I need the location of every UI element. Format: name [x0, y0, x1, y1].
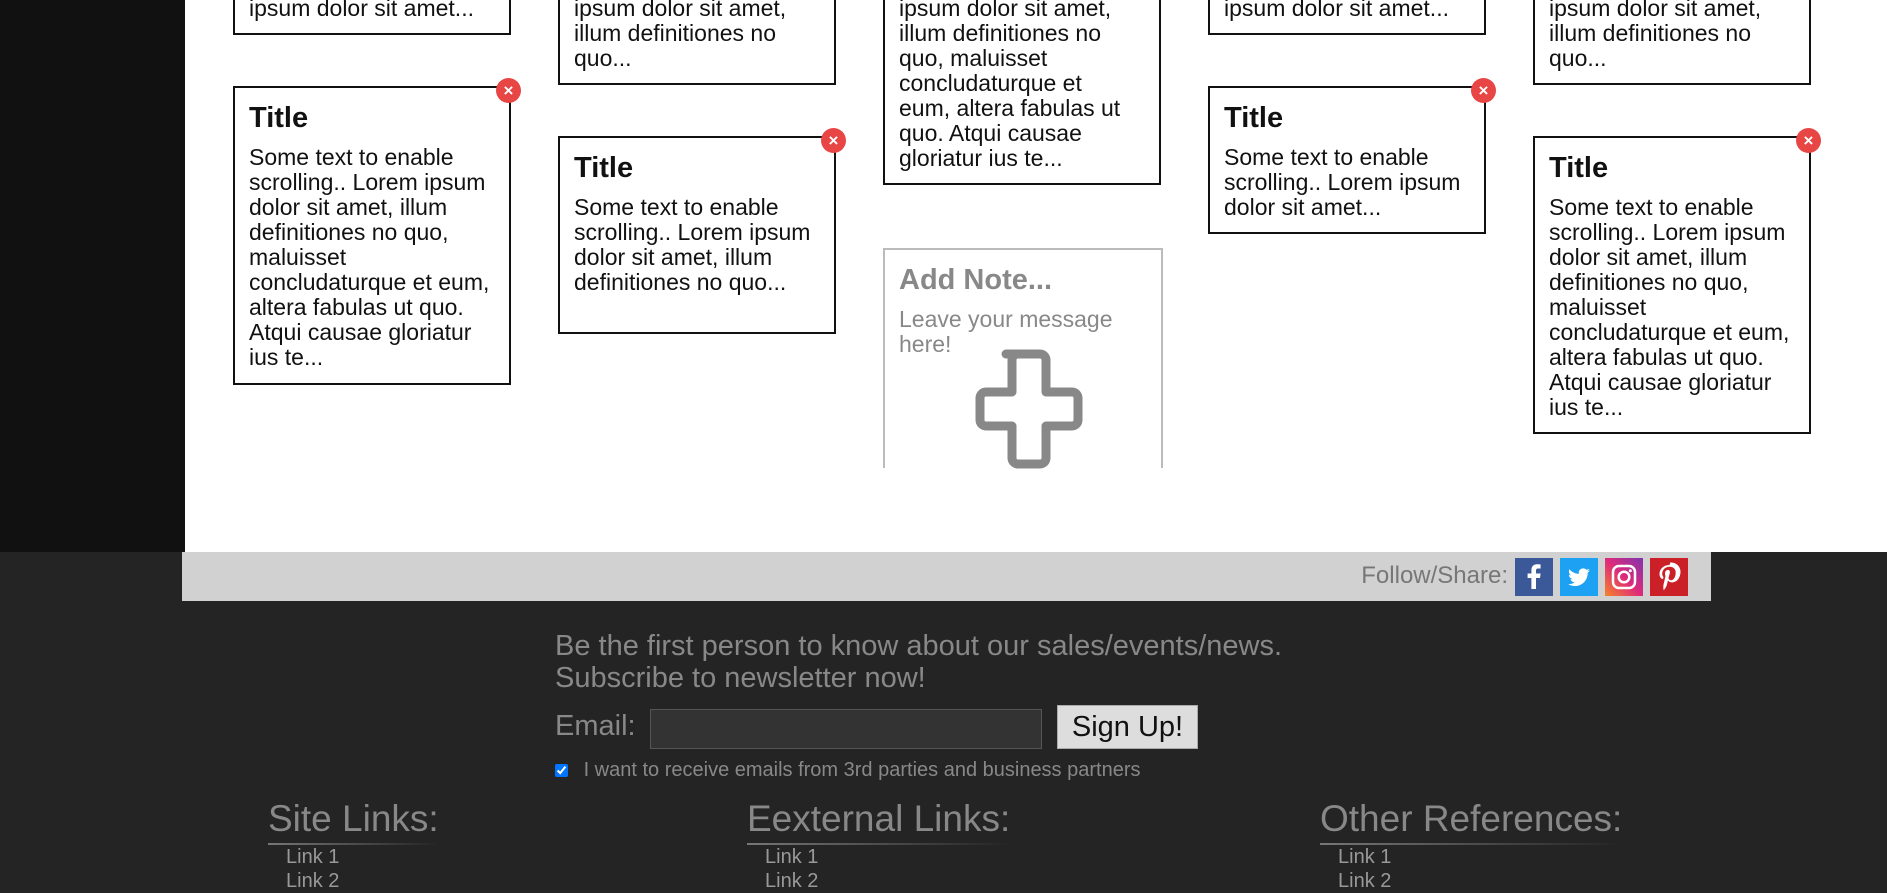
note-text: ipsum dolor sit amet, illum definitiones…	[899, 0, 1121, 171]
note-title: Title	[1224, 102, 1284, 134]
note-title: Title	[574, 152, 634, 184]
note-text: Some text to enable scrolling.. Lorem ip…	[1549, 194, 1790, 420]
follow-share-bar: Follow/Share:	[182, 552, 1711, 601]
note-title: Title	[1549, 152, 1609, 184]
add-note-title: Add Note...	[899, 264, 1053, 296]
note-fragment: ipsum dolor sit amet, illum definitiones…	[558, 0, 836, 85]
close-note-button[interactable]: ×	[496, 78, 521, 103]
note-text: Some text to enable scrolling.. Lorem ip…	[1224, 144, 1461, 220]
facebook-icon[interactable]	[1515, 558, 1553, 596]
note-card: × Title Some text to enable scrolling.. …	[1208, 78, 1496, 234]
note-card: × Title Some text to enable scrolling.. …	[1533, 128, 1821, 434]
close-note-button[interactable]: ×	[821, 128, 846, 153]
footer-link[interactable]: Link 2	[765, 869, 1010, 893]
third-party-consent: I want to receive emails from 3rd partie…	[555, 759, 1141, 782]
note-fragment: ipsum dolor sit amet, illum definitiones…	[1533, 0, 1811, 85]
note-fragment: ipsum dolor sit amet...	[233, 0, 511, 35]
note-card: × Title Some text to enable scrolling.. …	[558, 128, 846, 334]
newsletter-line-2: Subscribe to newsletter now!	[555, 662, 926, 694]
plus-icon[interactable]	[960, 346, 1086, 477]
footer-column-other-references: Other References: Link 1 Link 2	[1320, 797, 1623, 893]
close-note-button[interactable]: ×	[1471, 78, 1496, 103]
footer-column-title: Other References:	[1320, 797, 1623, 845]
add-note-card[interactable]: Add Note... Leave your message here!	[883, 248, 1163, 469]
email-field[interactable]	[650, 709, 1042, 749]
note-fragment: ipsum dolor sit amet...	[1208, 0, 1486, 35]
footer-column-title: Site Links:	[268, 797, 439, 845]
newsletter-promo: Be the first person to know about our sa…	[555, 630, 1282, 694]
footer-link[interactable]: Link 2	[1338, 869, 1622, 893]
email-label: Email:	[555, 710, 636, 742]
note-card: × Title Some text to enable scrolling.. …	[233, 78, 521, 385]
consent-label: I want to receive emails from 3rd partie…	[583, 759, 1141, 781]
footer-link[interactable]: Link 2	[286, 869, 439, 893]
follow-share-label: Follow/Share:	[1361, 562, 1508, 589]
instagram-icon[interactable]	[1605, 558, 1643, 596]
note-text: Some text to enable scrolling.. Lorem ip…	[574, 194, 811, 295]
note-text: ipsum dolor sit amet, illum definitiones…	[574, 0, 787, 71]
note-text: ipsum dolor sit amet, illum definitiones…	[1549, 0, 1762, 71]
footer-link[interactable]: Link 1	[765, 845, 1010, 869]
pinterest-icon[interactable]	[1650, 558, 1688, 596]
consent-checkbox[interactable]	[555, 764, 568, 778]
newsletter-line-1: Be the first person to know about our sa…	[555, 630, 1283, 662]
note-text: ipsum dolor sit amet...	[249, 0, 474, 21]
twitter-icon[interactable]	[1560, 558, 1598, 596]
footer-link[interactable]: Link 1	[1338, 845, 1622, 869]
footer-column-title: Eexternal Links:	[747, 797, 1011, 845]
note-fragment: ipsum dolor sit amet, illum definitiones…	[883, 0, 1161, 185]
notes-board: ipsum dolor sit amet... ipsum dolor sit …	[185, 0, 1887, 552]
sign-up-button[interactable]: Sign Up!	[1057, 705, 1198, 749]
note-text: Some text to enable scrolling.. Lorem ip…	[249, 144, 490, 370]
close-note-button[interactable]: ×	[1796, 128, 1821, 153]
note-text: ipsum dolor sit amet...	[1224, 0, 1449, 21]
footer-column-external-links: Eexternal Links: Link 1 Link 2	[747, 797, 1011, 893]
note-title: Title	[249, 102, 309, 134]
footer-column-site-links: Site Links: Link 1 Link 2	[268, 797, 439, 893]
left-sidebar	[0, 0, 185, 552]
footer-link[interactable]: Link 1	[286, 845, 439, 869]
